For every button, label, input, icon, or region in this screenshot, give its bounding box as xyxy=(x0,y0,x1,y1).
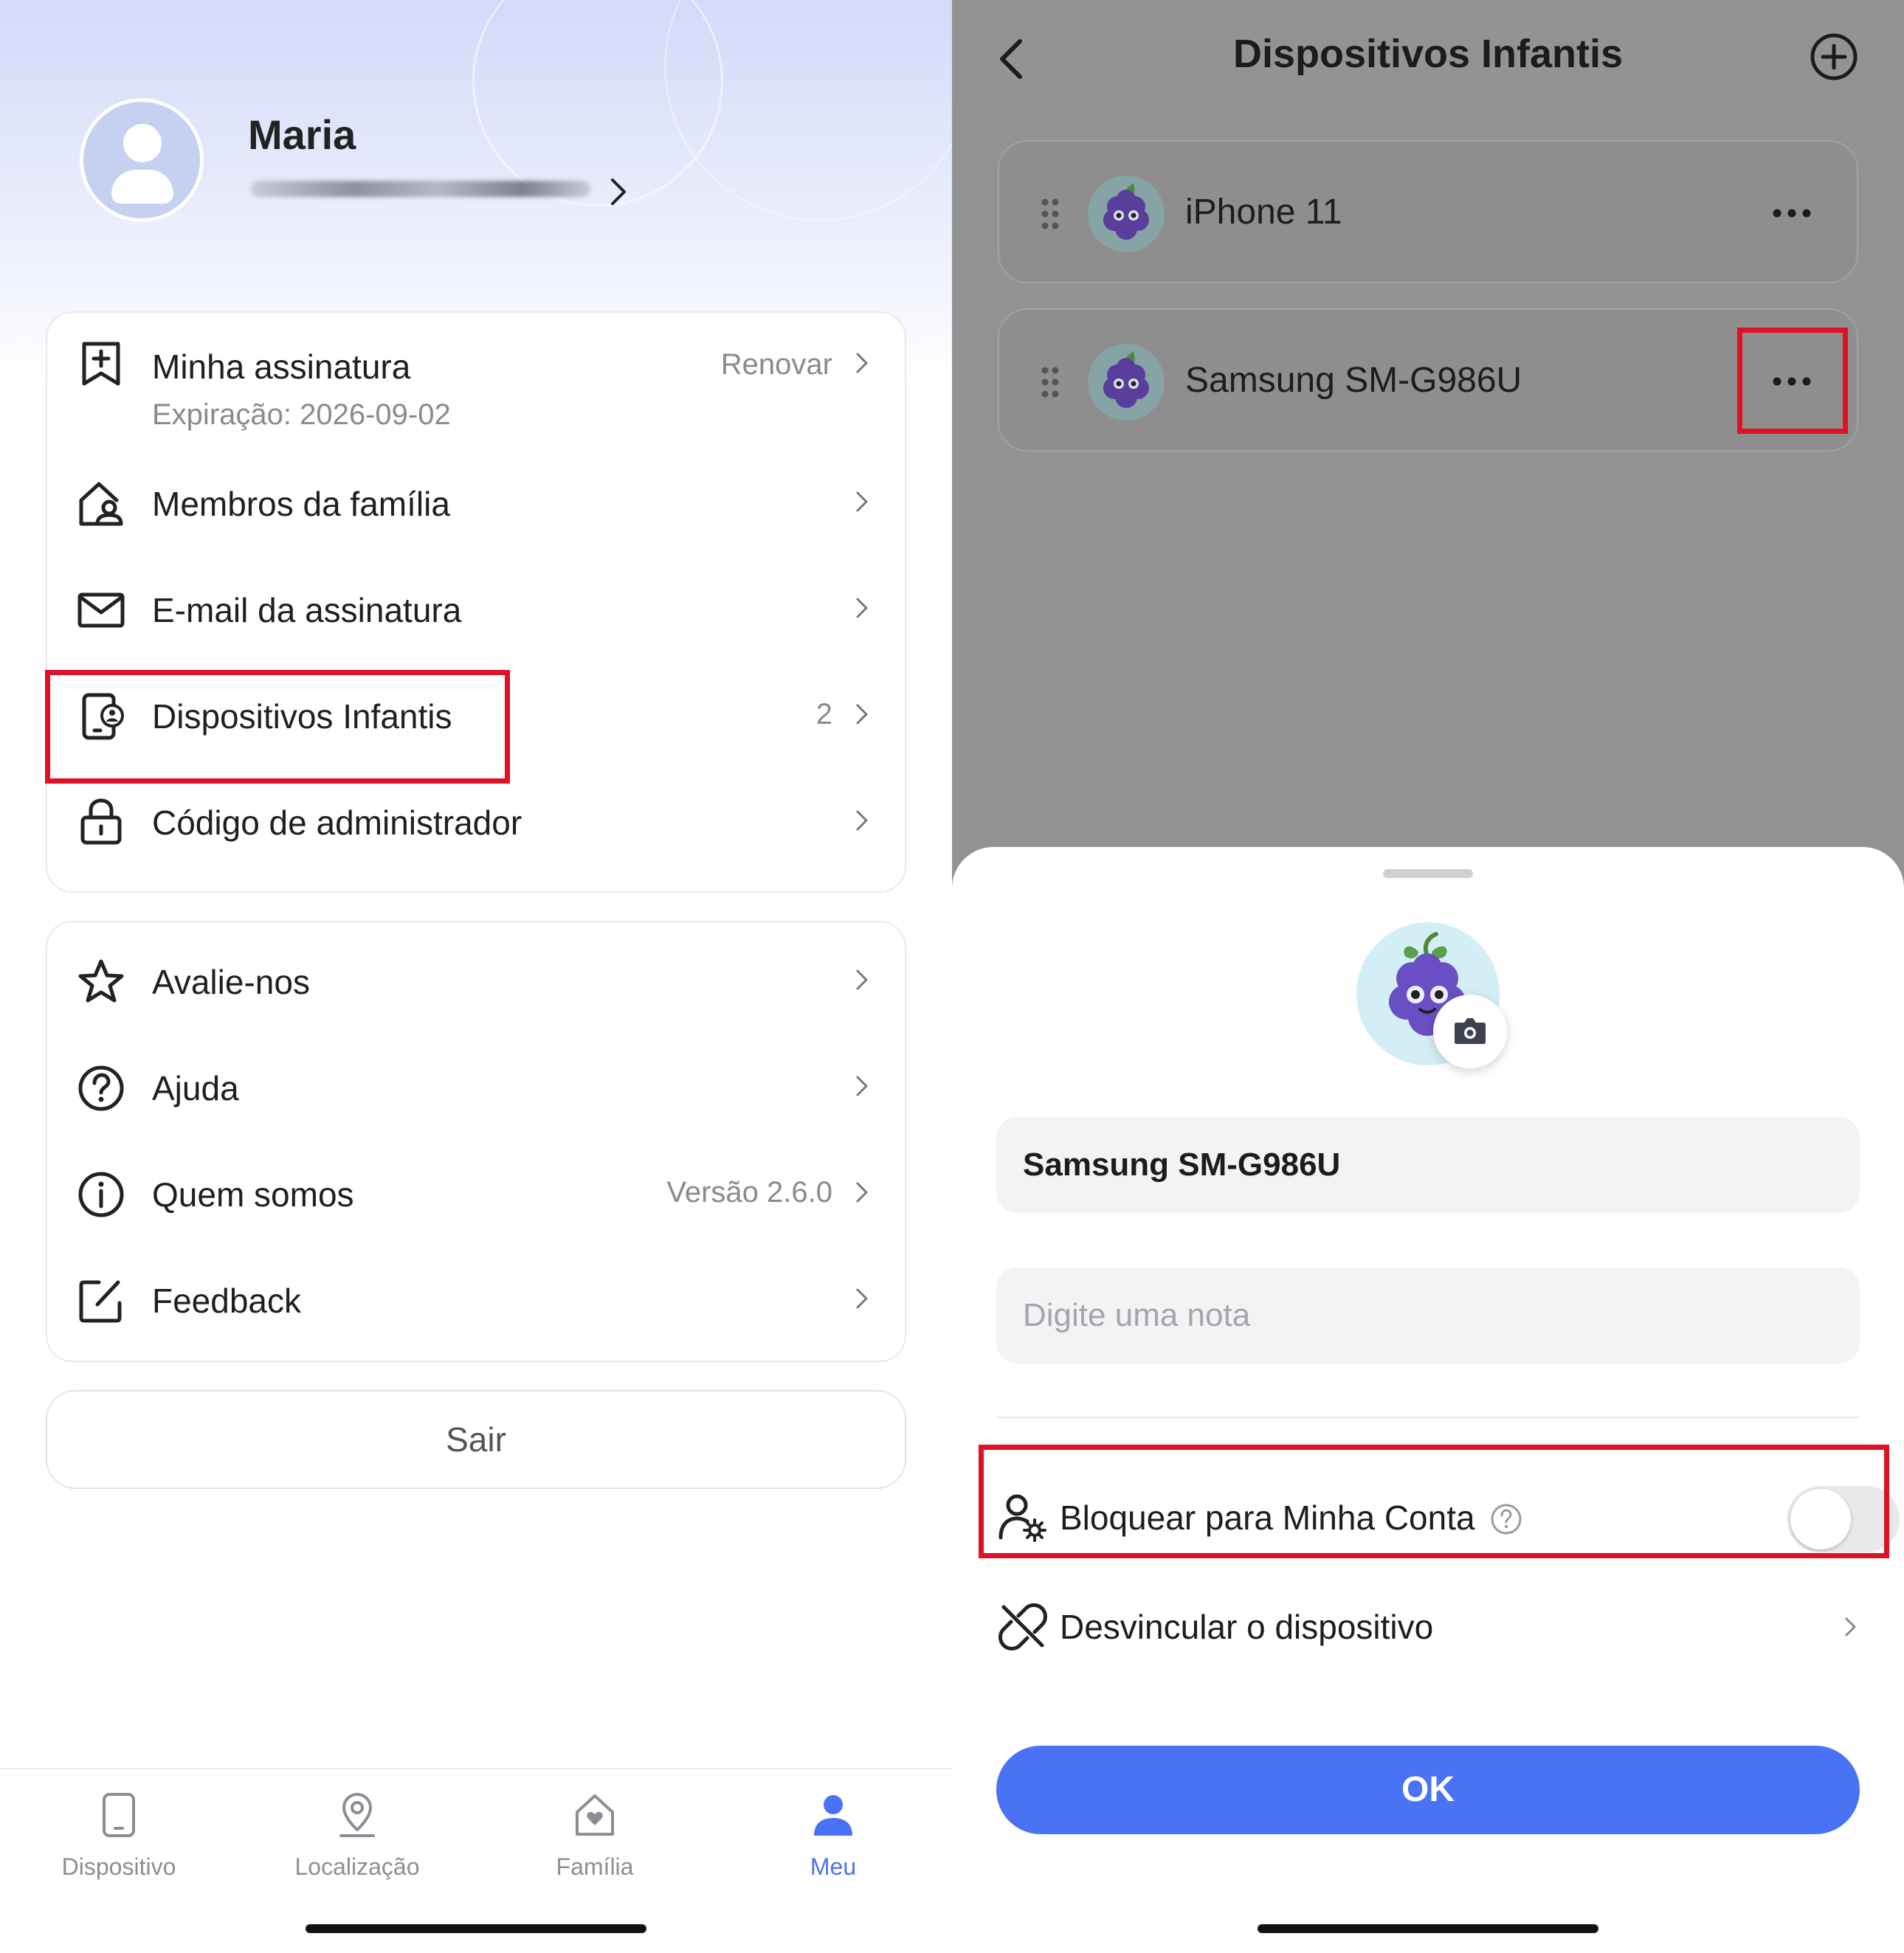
phone-icon xyxy=(103,1793,135,1837)
unlink-device-label: Desvincular o dispositivo xyxy=(1060,1608,1434,1646)
tab-label: Dispositivo xyxy=(61,1853,176,1880)
menu-item-label: Minha assinatura xyxy=(152,348,411,386)
star-icon xyxy=(78,959,124,1003)
profile-name: Maria xyxy=(248,111,356,158)
unlink-device-row[interactable]: Desvincular o dispositivo xyxy=(996,1582,1860,1670)
menu-item-label: Quem somos xyxy=(152,1175,354,1214)
avatar[interactable] xyxy=(80,98,204,222)
chevron-right-icon xyxy=(856,598,868,618)
chevron-right-icon xyxy=(856,1288,868,1309)
app-version: Versão 2.6.0 xyxy=(666,1176,832,1209)
tab-family[interactable]: Família xyxy=(503,1791,687,1895)
account-menu-card: Minha assinatura Expiração: 2026-09-02 R… xyxy=(46,311,906,893)
home-indicator xyxy=(306,1924,646,1933)
menu-item-label: Avalie-nos xyxy=(152,963,310,1001)
menu-item-label: Ajuda xyxy=(152,1069,239,1107)
device-name: iPhone 11 xyxy=(1185,193,1342,232)
tab-label: Meu xyxy=(810,1853,857,1880)
device-card[interactable]: Samsung SM-G986U xyxy=(998,308,1858,452)
tab-label: Família xyxy=(556,1853,634,1880)
child-devices-screen: Dispositivos Infantis iPhone 11 Samsung … xyxy=(952,0,1904,1953)
house-user-icon xyxy=(79,482,123,526)
menu-item-label: Feedback xyxy=(152,1282,302,1320)
device-card[interactable]: iPhone 11 xyxy=(998,140,1858,283)
tab-device[interactable]: Dispositivo xyxy=(27,1791,211,1895)
ok-button[interactable]: OK xyxy=(996,1746,1860,1834)
chevron-right-icon xyxy=(856,810,868,831)
chevron-right-icon xyxy=(856,491,868,512)
chevron-right-icon[interactable] xyxy=(604,174,633,210)
tab-location[interactable]: Localização xyxy=(265,1791,449,1895)
subscription-expiry: Expiração: 2026-09-02 xyxy=(152,398,451,431)
menu-item-help[interactable]: Ajuda xyxy=(47,1036,905,1142)
note-field[interactable] xyxy=(996,1268,1860,1363)
divider xyxy=(996,1417,1860,1418)
tab-me[interactable]: Meu xyxy=(741,1791,925,1895)
person-icon xyxy=(814,1795,852,1836)
app-menu-card: Avalie-nos Ajuda Quem somos Versão 2.6.0 xyxy=(46,921,906,1362)
menu-item-subscription[interactable]: Minha assinatura Expiração: 2026-09-02 R… xyxy=(47,313,905,452)
note-input[interactable] xyxy=(1023,1268,1835,1363)
edit-note-icon xyxy=(79,1280,122,1323)
grape-mascot-icon xyxy=(1103,183,1149,240)
menu-item-about-us[interactable]: Quem somos Versão 2.6.0 xyxy=(47,1142,905,1248)
menu-item-label: Código de administrador xyxy=(152,803,522,842)
tab-label: Localização xyxy=(294,1853,420,1880)
house-heart-icon xyxy=(576,1794,614,1836)
profile-screen: Maria Minha assinatura Expiração: 2026-0… xyxy=(0,0,952,1953)
device-avatar xyxy=(1088,344,1165,421)
envelope-icon xyxy=(77,592,125,628)
location-pin-icon xyxy=(339,1793,375,1837)
chevron-right-icon xyxy=(856,353,868,373)
background-decoration xyxy=(664,0,952,221)
logout-button[interactable]: Sair xyxy=(46,1390,906,1489)
menu-item-rate-us[interactable]: Avalie-nos xyxy=(47,930,905,1036)
redacted-account-id xyxy=(251,181,590,197)
more-options-icon[interactable] xyxy=(1771,204,1812,223)
chevron-right-icon xyxy=(856,1076,868,1096)
info-circle-icon xyxy=(78,1172,124,1217)
highlight-box xyxy=(45,670,510,784)
device-avatar xyxy=(1088,176,1165,252)
device-count: 2 xyxy=(815,698,832,730)
menu-item-label: E-mail da assinatura xyxy=(152,591,462,629)
device-edit-sheet: Samsung SM-G986U Bloquear para Minha Con… xyxy=(952,847,1904,1953)
highlight-box xyxy=(979,1445,1889,1558)
chevron-right-icon xyxy=(856,704,868,725)
home-indicator xyxy=(1258,1924,1598,1933)
highlight-box xyxy=(1737,328,1848,434)
sheet-drag-handle[interactable] xyxy=(1383,869,1473,878)
page-title: Dispositivos Infantis xyxy=(1232,32,1624,76)
drag-handle-icon[interactable] xyxy=(1039,198,1061,230)
device-name-value: Samsung SM-G986U xyxy=(1023,1147,1341,1183)
menu-item-feedback[interactable]: Feedback xyxy=(47,1248,905,1355)
add-circle-icon[interactable] xyxy=(1808,31,1860,83)
grape-mascot-icon xyxy=(1103,351,1149,408)
drag-handle-icon[interactable] xyxy=(1039,366,1061,398)
menu-item-subscription-email[interactable]: E-mail da assinatura xyxy=(47,558,905,664)
change-avatar-button[interactable] xyxy=(1433,995,1507,1068)
device-name: Samsung SM-G986U xyxy=(1185,361,1522,400)
menu-item-admin-code[interactable]: Código de administrador xyxy=(47,770,905,877)
menu-item-family-members[interactable]: Membros da família xyxy=(47,452,905,558)
unlink-icon xyxy=(998,1603,1047,1650)
chevron-right-icon xyxy=(856,1182,868,1203)
renew-link[interactable]: Renovar xyxy=(721,348,832,381)
menu-item-label: Membros da família xyxy=(152,485,450,523)
camera-icon xyxy=(1455,1018,1486,1044)
device-name-field[interactable]: Samsung SM-G986U xyxy=(996,1117,1860,1213)
help-circle-icon xyxy=(78,1065,124,1111)
chevron-right-icon xyxy=(856,969,868,990)
bookmark-plus-icon xyxy=(82,342,120,386)
lock-icon xyxy=(80,798,122,845)
chevron-right-icon xyxy=(1845,1617,1856,1636)
